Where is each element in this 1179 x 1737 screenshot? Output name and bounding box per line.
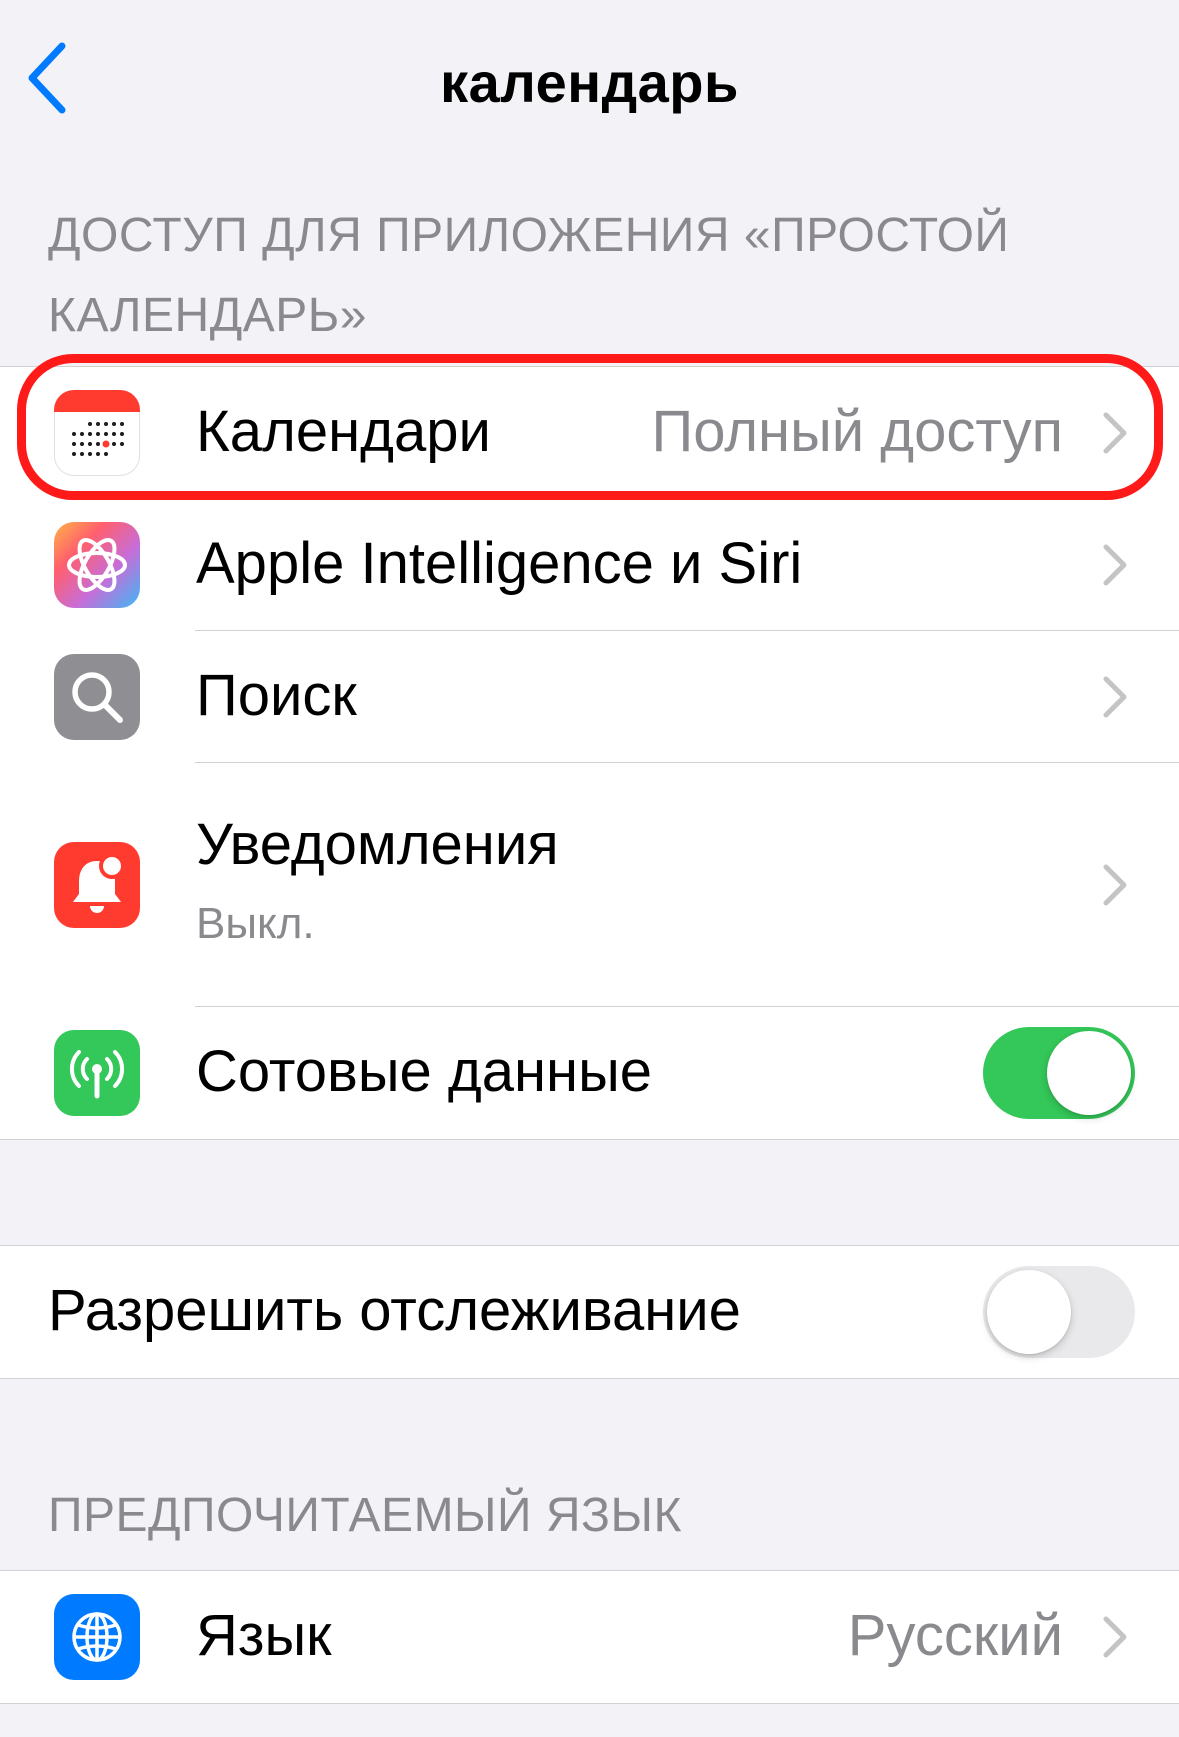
toggle-knob [987,1270,1071,1354]
section-header-access: ДОСТУП ДЛЯ ПРИЛОЖЕНИЯ «ПРОСТОЙ КАЛЕНДАРЬ… [48,209,1010,342]
tracking-group: Разрешить отслеживание [0,1245,1179,1379]
row-subtitle: Выкл. [196,899,315,948]
cellular-antenna-icon [54,1030,140,1116]
row-label: Язык [196,1603,332,1668]
row-value: Русский [847,1603,1063,1668]
row-label: Уведомления [196,812,559,877]
allow-tracking-toggle[interactable] [983,1266,1135,1358]
row-allow-tracking: Разрешить отслеживание [0,1246,1179,1378]
toggle-knob [1047,1031,1131,1115]
row-label: Apple Intelligence и Siri [196,531,803,596]
globe-icon [54,1594,140,1680]
chevron-right-icon [1103,1616,1127,1658]
row-language[interactable]: Язык Русский [0,1571,1179,1703]
row-cellular-data: Сотовые данные [0,1007,1179,1139]
notification-bell-icon [54,842,140,928]
cellular-data-toggle[interactable] [983,1027,1135,1119]
chevron-right-icon [1103,864,1127,906]
apple-intelligence-icon [54,522,140,608]
row-label: Поиск [196,663,357,728]
page-title: календарь [440,51,739,114]
row-label: Сотовые данные [196,1039,653,1104]
navigation-bar: календарь [0,0,1179,160]
row-notifications[interactable]: Уведомления Выкл. [0,763,1179,1007]
language-group: Язык Русский [0,1570,1179,1704]
search-icon [54,654,140,740]
access-settings-group: Календари Полный доступ Apple Intelligen… [0,366,1179,1140]
row-value: Полный доступ [651,399,1063,464]
row-search[interactable]: Поиск [0,631,1179,763]
chevron-right-icon [1103,412,1127,454]
chevron-right-icon [1103,676,1127,718]
chevron-right-icon [1103,544,1127,586]
row-calendars[interactable]: Календари Полный доступ [0,367,1179,499]
row-label: Календари [196,399,491,464]
row-label: Разрешить отслеживание [48,1278,741,1343]
calendar-app-icon [54,390,140,476]
row-apple-intelligence-siri[interactable]: Apple Intelligence и Siri [0,499,1179,631]
section-header-language: ПРЕДПОЧИТАЕМЫЙ ЯЗЫК [48,1489,682,1542]
